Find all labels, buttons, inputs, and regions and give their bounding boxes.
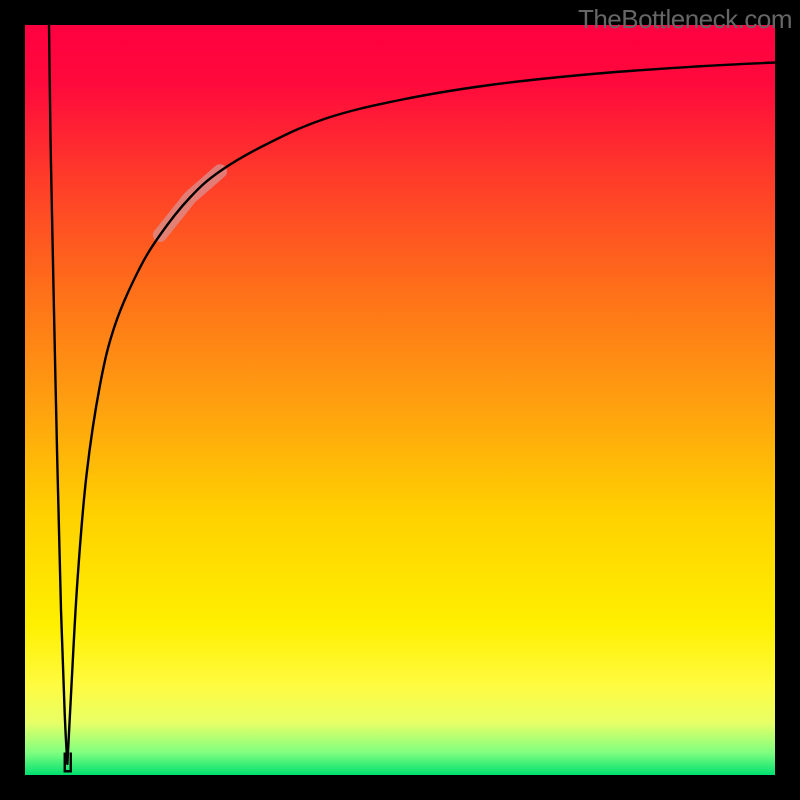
chart-canvas xyxy=(0,0,800,800)
bottleneck-chart: TheBottleneck.com xyxy=(0,0,800,800)
attribution-text: TheBottleneck.com xyxy=(578,4,792,35)
plot-background xyxy=(25,25,775,775)
